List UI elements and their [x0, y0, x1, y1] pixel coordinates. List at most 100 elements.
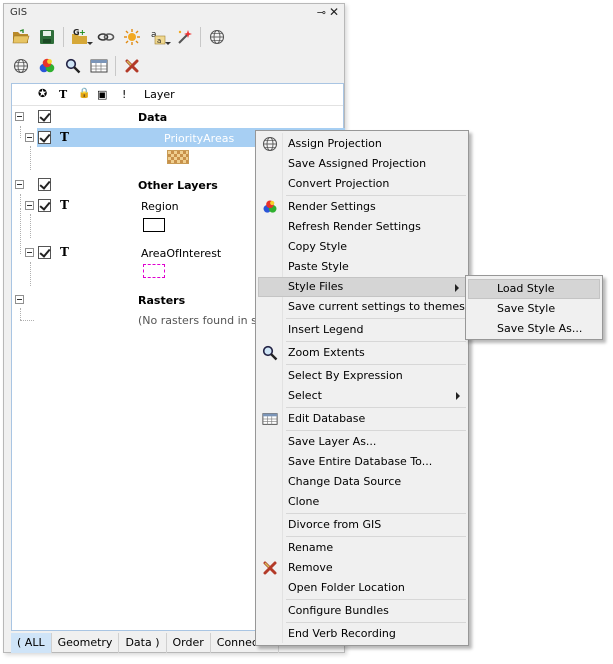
visibility-checkbox[interactable]: [38, 110, 51, 123]
lock-column-icon[interactable]: 🔒: [78, 88, 90, 99]
menu-separator: [286, 622, 466, 623]
table-icon: [262, 411, 278, 427]
menu-item-save-assigned-projection[interactable]: Save Assigned Projection: [258, 154, 466, 174]
layer-column-header[interactable]: Layer: [144, 88, 175, 101]
layer-symbol-dashed[interactable]: [143, 264, 165, 278]
table-icon[interactable]: [88, 55, 110, 77]
group-label: Other Layers: [138, 179, 218, 192]
tab-geometry[interactable]: Geometry: [52, 633, 120, 653]
submenu-arrow-icon: [456, 392, 460, 400]
menu-item-rename[interactable]: Rename: [258, 538, 466, 558]
globe-icon[interactable]: [206, 26, 228, 48]
render-settings-icon[interactable]: [36, 55, 58, 77]
close-icon[interactable]: ✕: [329, 5, 339, 19]
submenu-item-label: Save Style As...: [497, 322, 583, 335]
layer-label: Region: [141, 200, 179, 213]
label-toggle-icon[interactable]: T: [60, 198, 69, 212]
remove-icon[interactable]: [121, 55, 143, 77]
link-icon[interactable]: [95, 26, 117, 48]
menu-item-edit-database[interactable]: Edit Database: [258, 409, 466, 429]
save-icon[interactable]: [36, 26, 58, 48]
text-label-icon[interactable]: aa: [147, 26, 171, 48]
remove-icon: [262, 560, 278, 576]
collapse-icon[interactable]: [15, 180, 24, 189]
menu-item-insert-legend[interactable]: Insert Legend: [258, 320, 466, 340]
label-toggle-icon[interactable]: T: [60, 130, 69, 144]
menu-item-select-by-expression[interactable]: Select By Expression: [258, 366, 466, 386]
menu-item-label: Save current settings to themes: [288, 300, 465, 313]
menu-item-change-data-source[interactable]: Change Data Source: [258, 472, 466, 492]
globe-icon[interactable]: [10, 55, 32, 77]
layer-symbol-checker[interactable]: [167, 150, 189, 164]
add-layer-icon[interactable]: G +: [69, 26, 93, 48]
magic-wand-icon[interactable]: [173, 26, 195, 48]
menu-item-convert-projection[interactable]: Convert Projection: [258, 174, 466, 194]
collapse-icon[interactable]: [25, 133, 34, 142]
group-label: Data: [138, 111, 168, 124]
menu-item-refresh-render-settings[interactable]: Refresh Render Settings: [258, 217, 466, 237]
menu-item-label: Insert Legend: [288, 323, 364, 336]
collapse-icon[interactable]: [25, 201, 34, 210]
menu-item-style-files[interactable]: Style Files: [258, 277, 466, 297]
toolbar-main: G + aa: [10, 25, 232, 49]
menu-item-save-layer-as[interactable]: Save Layer As...: [258, 432, 466, 452]
pin-icon[interactable]: ⊸: [317, 6, 326, 19]
collapse-icon[interactable]: [15, 295, 24, 304]
menu-item-assign-projection[interactable]: Assign Projection: [258, 134, 466, 154]
menu-item-save-current-settings[interactable]: Save current settings to themes: [258, 297, 466, 317]
collapse-icon[interactable]: [25, 248, 34, 257]
toolbar-separator: [115, 56, 116, 76]
menu-separator: [286, 318, 466, 319]
menu-item-label: Edit Database: [288, 412, 366, 425]
menu-item-copy-style[interactable]: Copy Style: [258, 237, 466, 257]
menu-item-end-verb-recording[interactable]: End Verb Recording: [258, 624, 466, 644]
layer-label: PriorityAreas: [164, 132, 235, 145]
visibility-checkbox[interactable]: [38, 246, 51, 259]
menu-item-clone[interactable]: Clone: [258, 492, 466, 512]
menu-item-label: Select: [288, 389, 322, 402]
menu-item-render-settings[interactable]: Render Settings: [258, 197, 466, 217]
submenu-item-save-style-as[interactable]: Save Style As...: [468, 319, 600, 339]
visibility-checkbox[interactable]: [38, 199, 51, 212]
label-toggle-icon[interactable]: T: [60, 245, 69, 259]
toolbar-secondary: [10, 54, 147, 78]
toolbar-separator: [200, 27, 201, 47]
menu-item-select[interactable]: Select: [258, 386, 466, 406]
menu-item-label: Rename: [288, 541, 334, 554]
menu-item-label: Convert Projection: [288, 177, 390, 190]
visibility-column-icon[interactable]: ✪: [38, 87, 47, 100]
info-column-icon[interactable]: ▣: [97, 88, 107, 101]
zoom-icon[interactable]: [62, 55, 84, 77]
tree-header: ✪ T 🔒 ▣ ! Layer: [12, 84, 343, 106]
panel-titlebar: GIS ⊸ ✕: [4, 4, 344, 22]
open-folder-icon[interactable]: [10, 26, 32, 48]
submenu-item-save-style[interactable]: Save Style: [468, 299, 600, 319]
menu-item-open-folder-location[interactable]: Open Folder Location: [258, 578, 466, 598]
menu-item-zoom-extents[interactable]: Zoom Extents: [258, 343, 466, 363]
menu-item-divorce-from-gis[interactable]: Divorce from GIS: [258, 515, 466, 535]
sun-icon[interactable]: [121, 26, 143, 48]
menu-item-label: Configure Bundles: [288, 604, 389, 617]
tab-order[interactable]: Order: [167, 633, 211, 653]
collapse-icon[interactable]: [15, 112, 24, 121]
menu-item-save-entire-database[interactable]: Save Entire Database To...: [258, 452, 466, 472]
menu-item-label: Clone: [288, 495, 320, 508]
warning-column-icon[interactable]: !: [122, 88, 126, 101]
menu-item-label: Open Folder Location: [288, 581, 405, 594]
tab-all[interactable]: ( ALL: [11, 633, 52, 653]
group-row-data[interactable]: Data: [12, 108, 343, 126]
label-column-icon[interactable]: T: [59, 88, 67, 101]
menu-item-paste-style[interactable]: Paste Style: [258, 257, 466, 277]
menu-item-label: Refresh Render Settings: [288, 220, 421, 233]
visibility-checkbox[interactable]: [38, 178, 51, 191]
tree-connector: [30, 214, 31, 238]
visibility-checkbox[interactable]: [38, 131, 51, 144]
submenu-item-load-style[interactable]: Load Style: [468, 279, 600, 299]
menu-separator: [286, 430, 466, 431]
layer-symbol-rect[interactable]: [143, 218, 165, 232]
menu-item-label: Paste Style: [288, 260, 349, 273]
menu-item-remove[interactable]: Remove: [258, 558, 466, 578]
tab-data[interactable]: Data ): [119, 633, 167, 653]
menu-separator: [286, 536, 466, 537]
menu-item-configure-bundles[interactable]: Configure Bundles: [258, 601, 466, 621]
